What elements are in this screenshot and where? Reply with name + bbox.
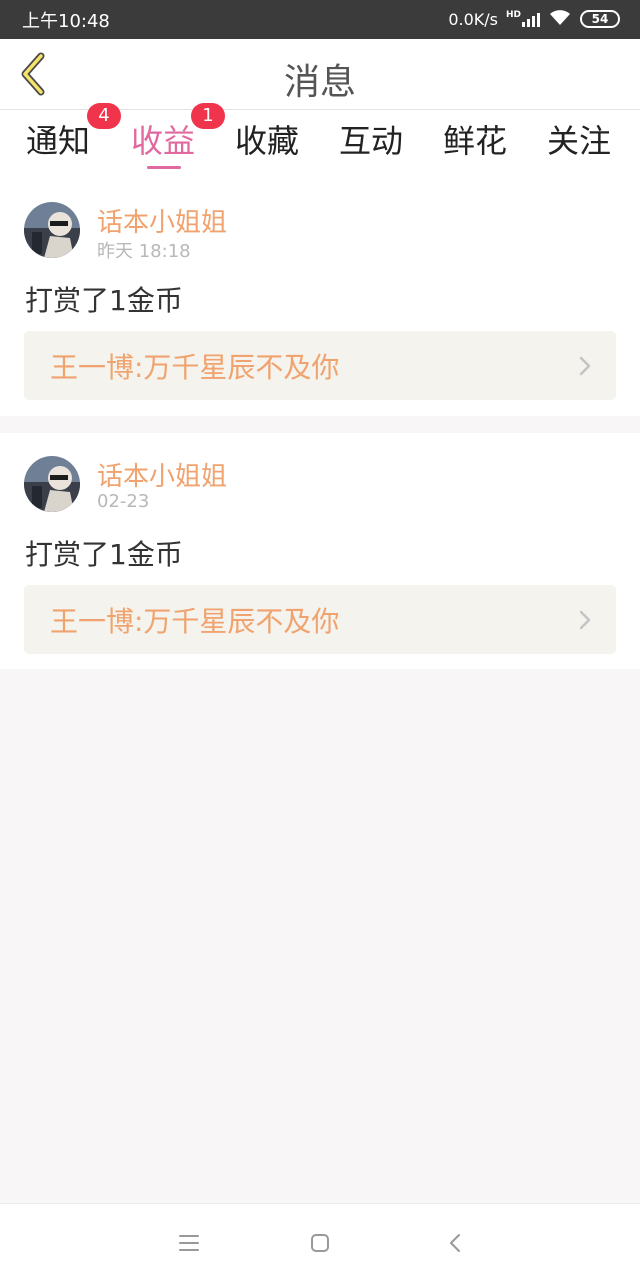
sender-name[interactable]: 话本小姐姐 [97,456,227,493]
hd-label: HD [505,10,521,20]
chevron-right-icon [579,356,591,376]
work-link[interactable]: 王一博:万千星辰不及你 [24,331,616,400]
home-square-icon[interactable] [307,1230,333,1256]
avatar[interactable] [24,202,80,258]
status-time: 上午10:48 [22,11,110,32]
back-triangle-icon[interactable] [442,1230,468,1256]
work-title: 王一博:万千星辰不及你 [50,605,340,638]
tab-flowers[interactable]: 鲜花 [443,116,507,162]
work-title: 王一博:万千星辰不及你 [50,351,340,384]
reward-text: 打赏了1金币 [25,284,183,317]
app-header: 消息 [0,39,640,110]
work-link[interactable]: 王一博:万千星辰不及你 [24,585,616,654]
system-nav-bar [0,1203,640,1280]
status-bar: 上午10:48 0.0K/s HD 54 [0,0,640,39]
menu-icon[interactable] [176,1230,202,1256]
tab-earnings[interactable]: 收益 [131,116,195,162]
message-time: 02-23 [97,491,150,512]
chevron-right-icon [579,610,591,630]
tab-earnings-badge: 1 [191,103,225,129]
active-tab-indicator [147,166,181,169]
sender-name[interactable]: 话本小姐姐 [97,202,227,239]
message-card: 话本小姐姐 02-23 打赏了1金币 王一博:万千星辰不及你 [0,433,640,669]
message-card: 话本小姐姐 昨天 18:18 打赏了1金币 王一博:万千星辰不及你 [0,172,640,416]
tab-following[interactable]: 关注 [547,116,611,162]
hd-signal-icon: HD [506,11,540,27]
reward-text: 打赏了1金币 [25,538,183,571]
tab-notifications[interactable]: 通知 [26,116,90,162]
tab-bar: 通知 4 收益 1 收藏 互动 鲜花 关注 [0,103,640,172]
tab-interactions[interactable]: 互动 [339,116,403,162]
tab-notifications-badge: 4 [87,103,121,129]
battery-icon: 54 [580,10,620,28]
status-indicators: 0.0K/s HD 54 [448,8,620,30]
page-title: 消息 [283,62,356,103]
tab-favorites[interactable]: 收藏 [235,116,299,162]
avatar[interactable] [24,456,80,512]
message-time: 昨天 18:18 [97,241,191,262]
network-speed: 0.0K/s [448,9,498,29]
wifi-icon [548,8,572,30]
